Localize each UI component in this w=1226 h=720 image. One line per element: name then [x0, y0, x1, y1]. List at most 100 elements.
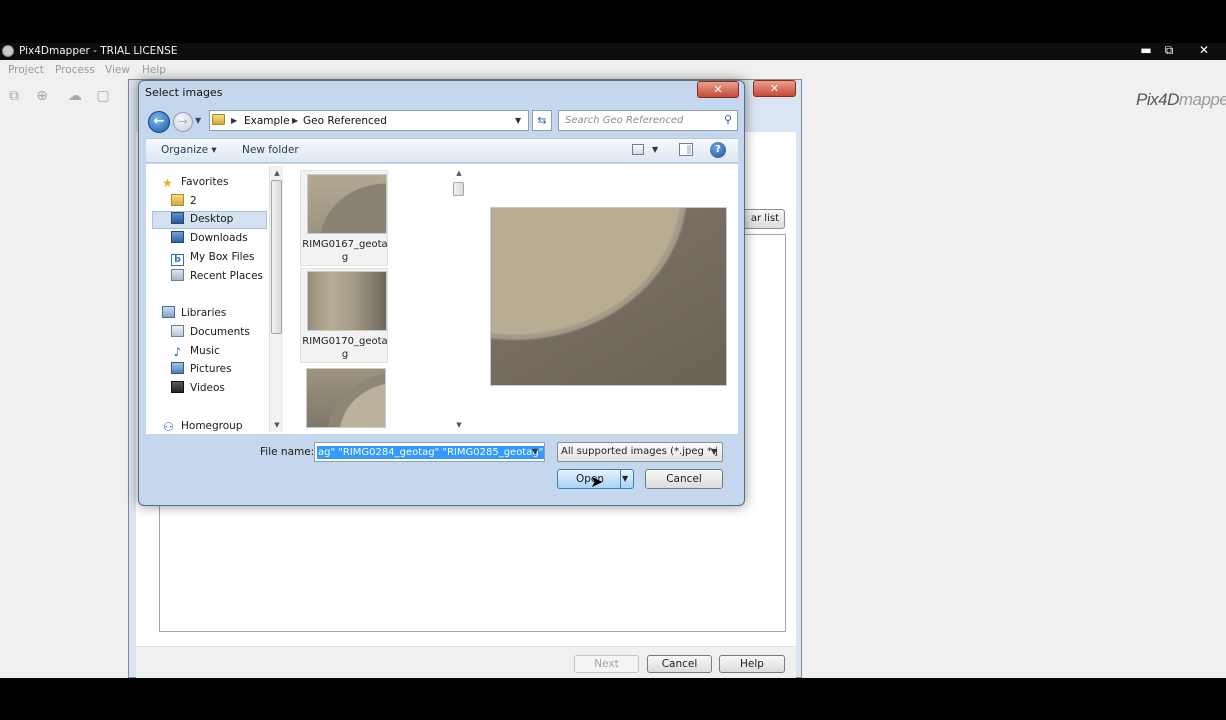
restore-button[interactable]: ⧉: [1156, 43, 1182, 58]
wizard-cancel-button[interactable]: Cancel: [647, 655, 712, 673]
nav-item-downloads[interactable]: Downloads: [171, 230, 248, 247]
libraries-icon: [162, 306, 175, 318]
nav-label: Videos: [190, 382, 225, 394]
menu-process[interactable]: Process: [55, 62, 95, 78]
nav-item-recent-places[interactable]: Recent Places: [171, 268, 263, 285]
organize-button[interactable]: Organize ▾: [161, 143, 217, 157]
star-icon: ★: [162, 176, 173, 190]
crosshair-icon[interactable]: ⊕: [34, 88, 50, 104]
downloads-icon: [171, 231, 184, 243]
breadcrumb-separator-icon[interactable]: ▶: [292, 113, 298, 129]
close-window-button[interactable]: ✕: [1191, 43, 1217, 58]
nav-label: Recent Places: [190, 270, 264, 282]
file-name: RIMG0167_geotag: [302, 239, 388, 263]
videos-icon: [171, 381, 184, 393]
pix4d-logo: Pix4Dmapper: [1136, 90, 1226, 116]
file-item[interactable]: RIMG0167_geotag: [300, 170, 388, 266]
nav-item-documents[interactable]: Documents: [171, 324, 250, 341]
box-icon: b: [171, 254, 184, 266]
history-dropdown-icon[interactable]: ▼: [195, 113, 205, 129]
nav-label: Libraries: [181, 307, 227, 319]
command-bar: [146, 138, 738, 163]
open-split-divider: [620, 470, 621, 488]
file-scrollbar[interactable]: ▲ ▼: [452, 166, 466, 432]
nav-label: Favorites: [181, 176, 229, 188]
menu-view[interactable]: View: [105, 62, 130, 78]
dialog-cancel-button[interactable]: Cancel: [645, 469, 723, 489]
refresh-icon[interactable]: ⇆: [532, 110, 552, 131]
scroll-down-icon[interactable]: ▼: [272, 420, 282, 430]
nav-label: Downloads: [190, 232, 248, 244]
preview-pane-icon[interactable]: [679, 143, 693, 156]
file-name-label: File name:: [260, 446, 315, 458]
wizard-help-button[interactable]: Help: [719, 655, 785, 673]
nav-label: Homegroup: [181, 420, 243, 432]
nav-favorites[interactable]: ★ Favorites: [162, 174, 228, 191]
next-button[interactable]: Next: [574, 655, 639, 673]
scroll-down-icon[interactable]: ▼: [454, 420, 464, 430]
layers-icon[interactable]: ⧉: [6, 88, 22, 104]
nav-scroll-thumb[interactable]: [271, 180, 282, 334]
nav-item-desktop[interactable]: Desktop: [171, 211, 233, 228]
file-scroll-thumb[interactable]: [453, 182, 464, 196]
file-item[interactable]: [300, 366, 388, 430]
cloud-icon[interactable]: ☁: [67, 88, 83, 104]
forward-arrow-icon[interactable]: →: [173, 112, 193, 132]
nav-scrollbar[interactable]: ▲ ▼: [269, 166, 283, 432]
file-type-dropdown-icon[interactable]: ▼: [711, 445, 717, 459]
app-titlebar: [0, 43, 1226, 60]
nav-item-videos[interactable]: Videos: [171, 380, 225, 397]
dialog-close-button[interactable]: ✕: [697, 81, 739, 98]
nav-libraries[interactable]: Libraries: [162, 305, 226, 322]
address-dropdown-icon[interactable]: ▼: [515, 113, 527, 129]
logo-tail: mapper: [1178, 90, 1226, 109]
mouse-cursor-icon: ➤: [590, 472, 604, 491]
documents-icon: [171, 325, 184, 337]
nav-item-my-box-files[interactable]: b My Box Files: [171, 249, 255, 266]
file-thumbnail: [307, 271, 387, 331]
file-thumbnail: [306, 368, 386, 428]
file-type-select[interactable]: All supported images (*.jpeg *.j: [557, 442, 723, 462]
music-icon: ♪: [173, 345, 182, 359]
search-input[interactable]: Search Geo Referenced: [558, 110, 738, 131]
new-folder-button[interactable]: New folder: [242, 143, 299, 157]
breadcrumb-separator-icon[interactable]: ▶: [231, 113, 237, 129]
nav-label: 2: [190, 195, 197, 207]
menu-help[interactable]: Help: [142, 62, 166, 78]
file-item[interactable]: RIMG0170_geotag: [300, 268, 388, 363]
breadcrumb-geo-referenced[interactable]: Geo Referenced: [303, 113, 387, 129]
nav-homegroup[interactable]: ⚇ Homegroup: [162, 418, 243, 435]
scroll-up-icon[interactable]: ▲: [272, 168, 282, 178]
nav-label: Desktop: [190, 213, 234, 225]
nav-item-pictures[interactable]: Pictures: [171, 361, 232, 378]
file-name: RIMG0170_geotag: [302, 336, 388, 360]
desktop-icon: [171, 212, 184, 224]
search-icon[interactable]: ⚲: [721, 113, 735, 127]
clear-list-button[interactable]: ar list: [738, 209, 785, 229]
homegroup-icon: ⚇: [163, 420, 174, 434]
file-name-value: ag" "RIMG0284_geotag" "RIMG0285_geotag": [317, 446, 544, 459]
nav-item-music[interactable]: ♪ Music: [171, 343, 220, 360]
file-name-input[interactable]: ag" "RIMG0284_geotag" "RIMG0285_geotag": [314, 442, 545, 462]
file-name-dropdown-icon[interactable]: ▼: [532, 445, 538, 459]
file-thumbnail: [307, 174, 387, 234]
menu-project[interactable]: Project: [8, 62, 44, 78]
nav-label: Pictures: [190, 363, 232, 375]
nav-label: Music: [190, 345, 220, 357]
back-arrow-icon[interactable]: ←: [148, 111, 170, 133]
breadcrumb-example[interactable]: Example: [244, 113, 290, 129]
dialog-title: Select images: [145, 86, 223, 99]
scroll-up-icon[interactable]: ▲: [454, 168, 464, 178]
app-icon[interactable]: [2, 45, 14, 57]
wizard-close-button[interactable]: ✕: [753, 80, 796, 97]
square-icon[interactable]: ▢: [95, 88, 111, 104]
change-view-icon[interactable]: [632, 144, 644, 155]
image-preview: [490, 207, 727, 386]
nav-label: Documents: [190, 326, 250, 338]
help-icon[interactable]: ?: [710, 142, 726, 158]
open-dropdown-icon[interactable]: ▼: [622, 472, 628, 486]
folder-icon: [212, 114, 225, 125]
view-dropdown-icon[interactable]: ▼: [652, 143, 658, 157]
nav-item-2[interactable]: 2: [171, 193, 197, 210]
pictures-icon: [171, 362, 184, 374]
